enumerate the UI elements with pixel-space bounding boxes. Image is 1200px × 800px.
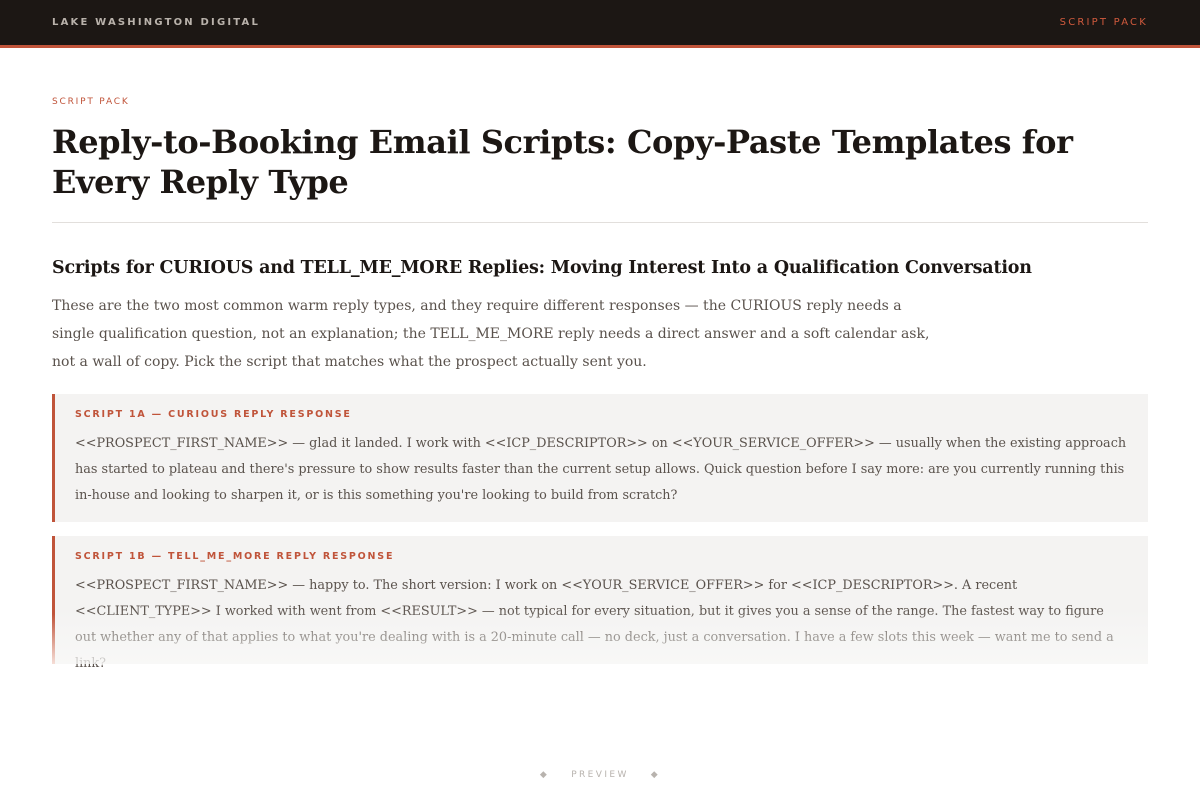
script-card-1a: SCRIPT 1A — CURIOUS REPLY RESPONSE <<PRO… xyxy=(52,394,1148,522)
script-card-1b: SCRIPT 1B — TELL_ME_MORE REPLY RESPONSE … xyxy=(52,536,1148,671)
diamond-icon: ◆ xyxy=(650,770,661,780)
preview-label: PREVIEW xyxy=(571,770,629,780)
section-intro: These are the two most common warm reply… xyxy=(52,298,930,370)
script-label: SCRIPT 1B — TELL_ME_MORE REPLY RESPONSE xyxy=(75,551,395,562)
script-body: <<PROSPECT_FIRST_NAME>> — glad it landed… xyxy=(75,436,1127,503)
preview-footer: ◆ PREVIEW ◆ xyxy=(0,770,1200,780)
script-label: SCRIPT 1A — CURIOUS REPLY RESPONSE xyxy=(75,409,352,420)
title-divider xyxy=(52,222,1148,223)
page-title: Reply-to-Booking Email Scripts: Copy-Pas… xyxy=(52,123,1073,201)
top-bar: LAKE WASHINGTON DIGITAL SCRIPT PACK xyxy=(0,0,1200,48)
nav-script-pack-link[interactable]: SCRIPT PACK xyxy=(1060,17,1148,28)
script-body: <<PROSPECT_FIRST_NAME>> — happy to. The … xyxy=(75,578,1114,671)
brand-name: LAKE WASHINGTON DIGITAL xyxy=(52,17,261,28)
page-eyebrow: SCRIPT PACK xyxy=(52,97,130,107)
diamond-icon: ◆ xyxy=(539,770,550,780)
section-heading: Scripts for CURIOUS and TELL_ME_MORE Rep… xyxy=(52,258,1032,278)
